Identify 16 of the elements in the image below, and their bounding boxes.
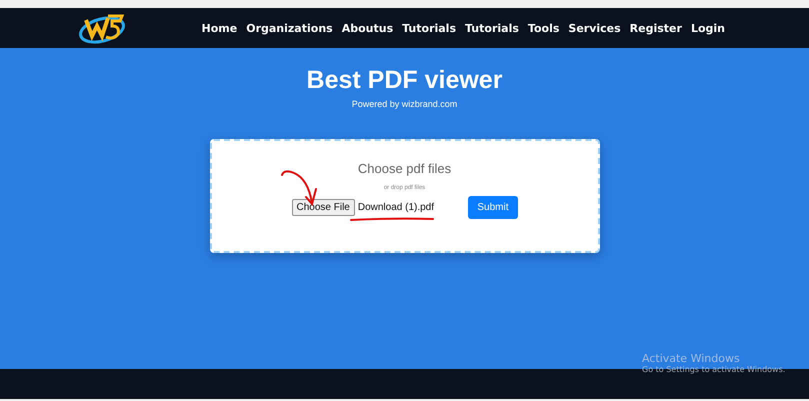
nav-link[interactable]: Organizations [246,22,333,34]
nav-link[interactable]: Aboutus [342,22,394,34]
page-title: Best PDF viewer [306,66,502,95]
nav-link[interactable]: Tutorials [465,22,519,34]
file-name: Download (1).pdf [358,202,434,213]
nav-link[interactable]: Home [202,22,238,34]
nav-link[interactable]: Services [568,22,621,34]
nav-link[interactable]: Tutorials [402,22,456,34]
activation-title: Activate Windows [642,352,741,365]
nav-link[interactable]: Login [690,22,725,34]
page-subtitle: Powered by wizbrand.com [352,99,458,109]
nav-link[interactable]: Tools [528,22,560,34]
nav-link[interactable]: Register [630,22,682,34]
upload-heading: Choose pdf files [358,161,452,176]
choose-file-button[interactable]: Choose File [292,199,355,216]
submit-button[interactable]: Submit [468,196,518,219]
